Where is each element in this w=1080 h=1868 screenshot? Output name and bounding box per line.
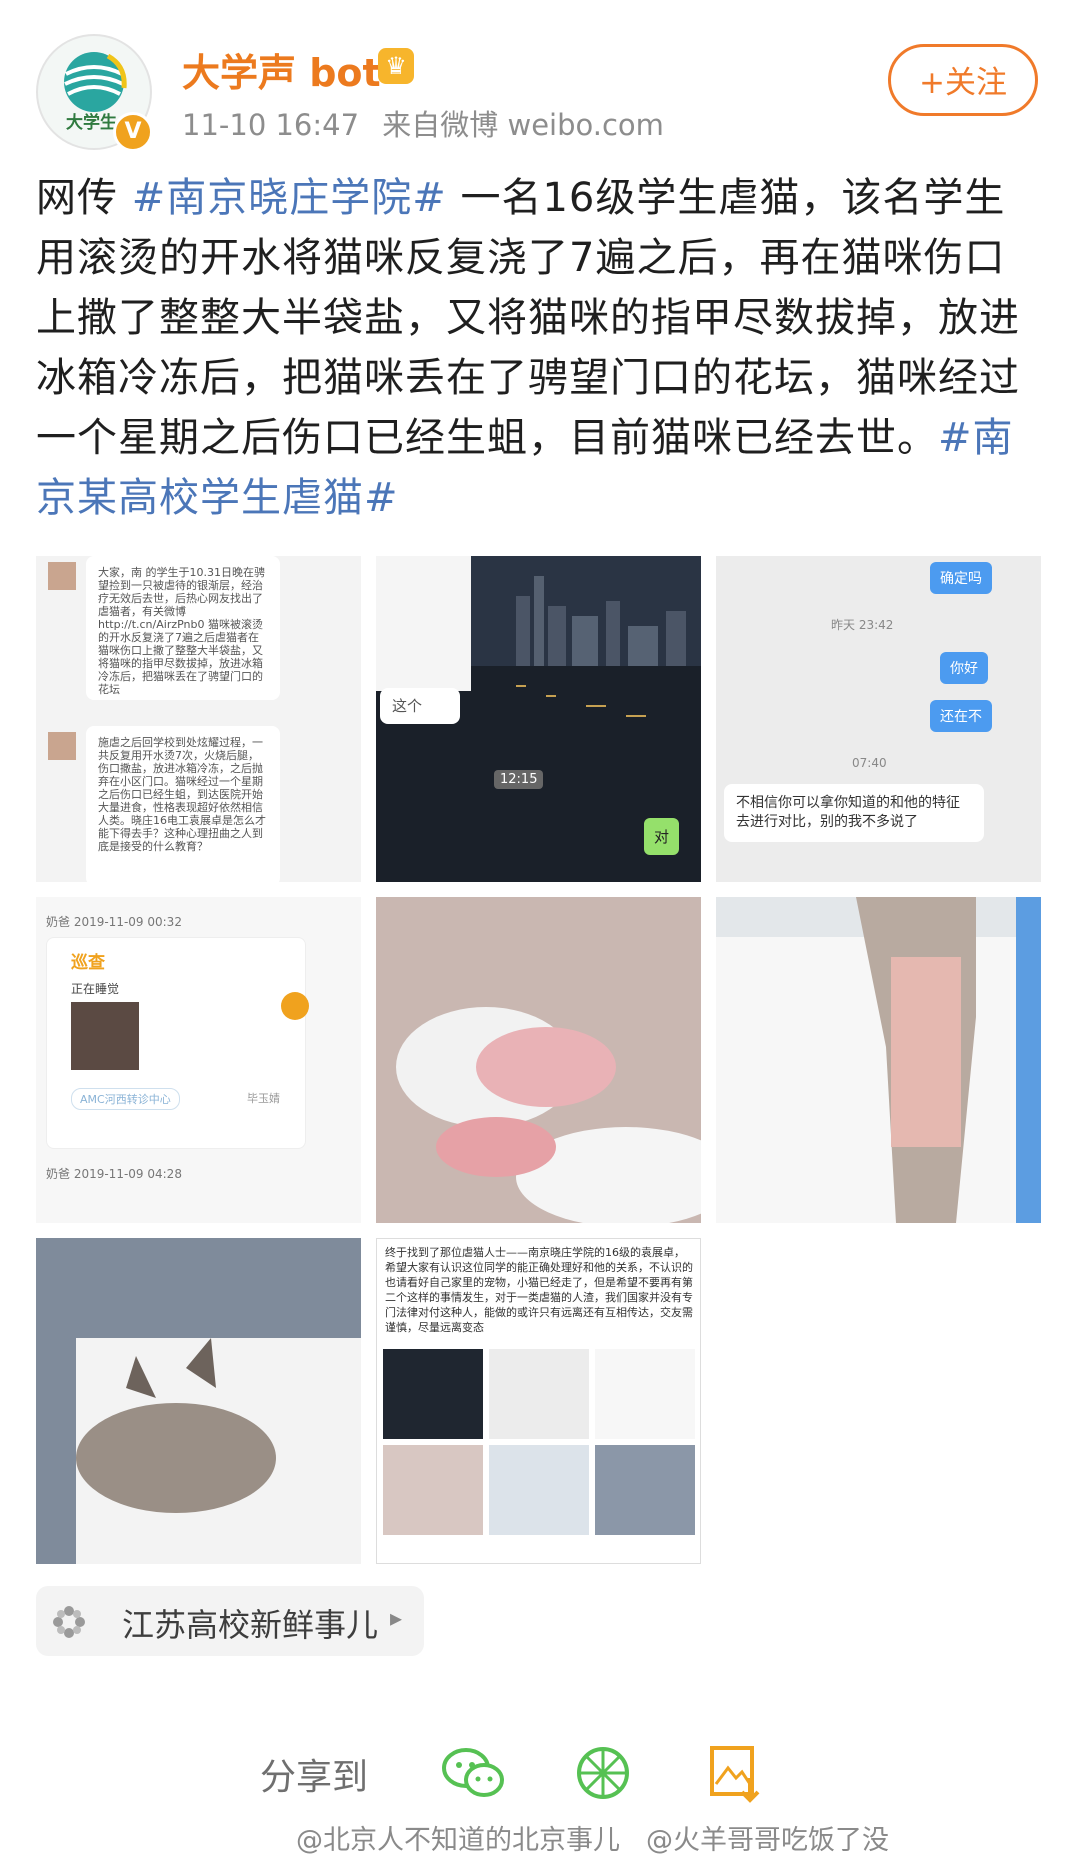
share-bar: 分享到 xyxy=(260,1730,1020,1820)
collage-thumb xyxy=(489,1349,589,1439)
image-grid: 大家，南 的学生于10.31日晚在骋望捡到一只被虐待的银渐层，经治疗无效后去世，… xyxy=(36,556,1043,1564)
username[interactable]: 大学声 bot xyxy=(182,42,381,97)
share-label: 分享到 xyxy=(260,1757,369,1798)
post-time: 11-10 16:47 xyxy=(182,108,360,142)
cat-lying-photo xyxy=(36,1238,361,1564)
post-source: 来自微博 weibo.com xyxy=(382,108,664,142)
image-tile-injured-cat-1[interactable] xyxy=(376,897,701,1223)
topic-tag-label: 江苏高校新鲜事儿 xyxy=(122,1606,379,1644)
chat-bubble: 还在不 xyxy=(930,700,992,732)
image-tile-city-night[interactable]: 这个 12:15 对 xyxy=(376,556,701,882)
chat-time: 12:15 xyxy=(494,770,544,789)
log-title: 巡查 xyxy=(71,953,105,973)
save-image-icon[interactable] xyxy=(700,1738,770,1808)
collage-thumb xyxy=(595,1445,695,1535)
chat-bubble: 你好 xyxy=(940,652,988,684)
log-user: 奶爸 2019-11-09 00:32 xyxy=(46,915,182,929)
post-meta: 11-10 16:47 来自微博 weibo.com xyxy=(182,102,664,144)
wechat-icon[interactable] xyxy=(438,1738,508,1808)
log-photo xyxy=(71,1002,139,1070)
image-tile-chat-screenshot[interactable]: 大家，南 的学生于10.31日晚在骋望捡到一只被虐待的银渐层，经治疗无效后去世，… xyxy=(36,556,361,882)
avatar xyxy=(48,562,76,590)
post-body: 网传 #南京晓庄学院# 一名16级学生虐猫，该名学生用滚烫的开水将猫咪反复浇了7… xyxy=(36,168,1026,528)
topic-link-1[interactable]: #南京晓庄学院# xyxy=(132,175,447,221)
image-tile-injured-cat-3[interactable] xyxy=(36,1238,361,1564)
image-tile-injured-cat-2[interactable] xyxy=(716,897,1041,1223)
phone-screenshot-thumb xyxy=(376,556,471,691)
image-tile-chat-conversation[interactable]: 确定吗 昨天 23:42 你好 还在不 07:40 不相信你可以拿你知道的和他的… xyxy=(716,556,1041,882)
injured-cat-photo xyxy=(376,897,701,1223)
log-user-2: 奶爸 2019-11-09 04:28 xyxy=(46,1167,182,1181)
post-header: 大学生 V 大学声 bot ♛ 11-10 16:47 来自微博 weibo.c… xyxy=(0,0,1080,152)
collage-thumb xyxy=(383,1445,483,1535)
chat-time: 07:40 xyxy=(852,756,887,770)
moments-icon[interactable] xyxy=(568,1738,638,1808)
log-subtitle: 正在睡觉 xyxy=(71,982,120,996)
collage-thumb xyxy=(489,1445,589,1535)
image-tile-summary-collage[interactable]: 终于找到了那位虐猫人士——南京晓庄学院的16级的袁展卓，希望大家有认识这位同学的… xyxy=(376,1238,701,1564)
injured-cat-photo xyxy=(716,897,1041,1223)
chevron-right-icon: ▸ xyxy=(390,1604,403,1632)
post-text-prefix: 网传 xyxy=(36,175,132,221)
chat-bubble: 不相信你可以拿你知道的和他的特征去进行对比，别的我不多说了 xyxy=(724,784,984,842)
super-topic-tag[interactable]: 江苏高校新鲜事儿 ▸ xyxy=(36,1586,424,1656)
avatar-label: 大学生 xyxy=(66,113,117,133)
collage-text: 终于找到了那位虐猫人士——南京晓庄学院的16级的袁展卓，希望大家有认识这位同学的… xyxy=(385,1246,693,1334)
topic-flower-icon xyxy=(53,1606,85,1638)
watermark-left: @北京人不知道的北京事儿 xyxy=(296,1825,620,1856)
badge-icon xyxy=(281,992,309,1020)
collage-thumb xyxy=(595,1349,695,1439)
log-right-label: 毕玉婧 xyxy=(247,1092,280,1105)
chat-bubble: 确定吗 xyxy=(930,562,992,594)
verified-badge-icon: V xyxy=(113,112,153,152)
image-tile-app-log[interactable]: 奶爸 2019-11-09 00:32 巡查 正在睡觉 AMC河西转诊中心 毕玉… xyxy=(36,897,361,1223)
crown-icon: ♛ xyxy=(378,48,414,84)
log-link[interactable]: AMC河西转诊中心 xyxy=(71,1088,180,1110)
log-card: 巡查 正在睡觉 AMC河西转诊中心 毕玉婧 xyxy=(46,937,306,1149)
follow-button[interactable]: +关注 xyxy=(888,44,1038,116)
chat-bubble: 大家，南 的学生于10.31日晚在骋望捡到一只被虐待的银渐层，经治疗无效后去世，… xyxy=(86,556,280,700)
chat-time: 昨天 23:42 xyxy=(831,618,894,632)
chat-bubble: 这个 xyxy=(380,688,460,724)
chat-bubble: 施虐之后回学校到处炫耀过程，一共反复用开水烫7次，火烧后腿，伤口撒盐，放进冰箱冷… xyxy=(86,726,280,882)
collage-thumb xyxy=(383,1349,483,1439)
avatar xyxy=(48,732,76,760)
chat-bubble: 对 xyxy=(644,818,680,855)
watermark-right: @火羊哥哥吃饭了没 xyxy=(646,1825,889,1856)
